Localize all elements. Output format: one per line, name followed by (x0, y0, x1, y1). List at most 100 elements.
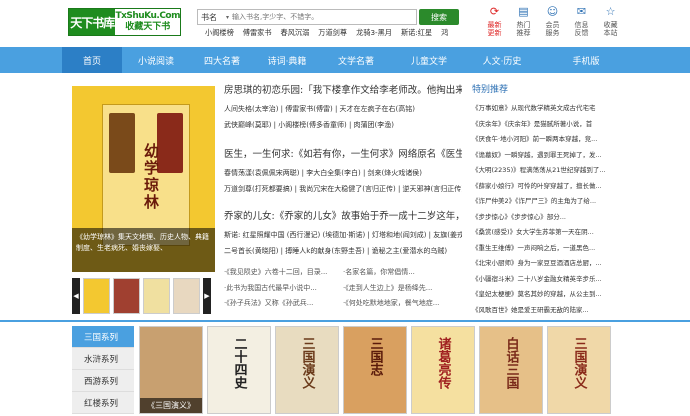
tab-sanguo[interactable]: 三国系列 (72, 326, 134, 348)
banner-book-title: 幼学琼林 (142, 143, 160, 211)
nav-mobile[interactable]: 手机版 (538, 47, 634, 73)
hot-links: 小阁楼榜 傅雷家书 春风沉溺 万道剑尊 龙骑3-黑月 斯诺:红星 鸿 (205, 28, 463, 38)
hot-link[interactable]: 小阁楼榜 (205, 28, 234, 38)
logo-slogan: 收藏天下书 (125, 22, 171, 32)
star-icon: ☆ (605, 4, 616, 18)
nav-novels[interactable]: 小说阅读 (122, 47, 190, 73)
list-item[interactable]: 《薛家小娘行》可怜的叶穿穿越了，擅长做... (472, 179, 612, 195)
search-button[interactable]: 搜索 (419, 9, 459, 25)
list-item[interactable]: 《小疆宿斗米》二十八岁金融女精英辛步乐... (472, 272, 612, 288)
list-item[interactable]: 《步步惊心》《步步惊心》部分... (472, 210, 612, 226)
logo-domain: TxShuKu.Com (115, 11, 180, 21)
list-item: ·此书为我国古代最早小说中... ·《走到人生边上》是杨绛先... (224, 283, 433, 292)
feature-item: 医生，一生何求:《如若有你，一生何求》网络原名《医生， 春情荡漾(袁佩佩宋两聪)… (224, 146, 462, 194)
chart-icon: ▤ (518, 4, 529, 18)
thumbnail[interactable] (83, 278, 110, 314)
featured-banner[interactable]: 幼学琼林 《幼学琼林》集天文地理、历史人物、典籍制度、生老病死、婚丧嫁娶、 (72, 86, 215, 272)
feature-headline[interactable]: 房思琪的初恋乐园:「我下楼拿作文给李老师改。他掏出来， (224, 82, 462, 96)
thumbnail[interactable] (173, 278, 200, 314)
book-covers: 《三国演义》 二十四史 三国演义 三国志 诸葛亮传 白话三国 三国演义 (139, 326, 611, 414)
list-item[interactable]: 《桑赏(感受)》女大学生苏菲第一天在阴... (472, 225, 612, 241)
banner-book-cover: 幼学琼林 (102, 104, 190, 246)
book-cover-title: 诸葛亮传 (435, 337, 451, 389)
book-cover-title: 白话三国 (503, 337, 519, 389)
hot-recommend-button[interactable]: ▤ 热门 推荐 (509, 5, 538, 37)
tab-xiyou[interactable]: 西游系列 (72, 370, 134, 392)
thumbnail[interactable] (143, 278, 170, 314)
section-title: 特别推荐 (472, 85, 509, 95)
book-cover-title: 三国志 (367, 337, 383, 376)
feedback-button[interactable]: ✉ 信息 反馈 (567, 5, 596, 37)
feature-links[interactable]: 武侠巅峰(莫耶) | 小阁楼榜(傅多香童师) | 肉蒲团(李渔) (224, 120, 462, 130)
hot-link[interactable]: 斯诺:红星 (401, 28, 432, 38)
nav-poetry[interactable]: 诗词·典籍 (254, 47, 320, 73)
feature-links[interactable]: 万道剑尊(打死都要搞) | 我尚冗宋在大稳健了(言归正传) | 逆天邪神(言归正… (224, 184, 462, 194)
list-item: ·《我见陨史》六卷十二回，目录... ·名家名篇，你常倡情... (224, 268, 415, 276)
toolbar: ⟳ 最新 更新 ▤ 热门 推荐 ☺ 会员 服务 ✉ 信息 反馈 ☆ 收藏 本站 (480, 5, 625, 37)
article-list: ·《我见陨史》六卷十二回，目录... ·名家名篇，你常倡情... ·此书为我国古代… (224, 265, 462, 312)
thumbnail[interactable] (113, 278, 140, 314)
list-item[interactable]: 《诈尸仲美2》《诈尸尸三》的主角为了给... (472, 194, 612, 210)
refresh-icon: ⟳ (489, 4, 500, 18)
feature-item: 乔家的儿女:《乔家的儿女》故事始于乔一成十二岁这年， 斯诺: 红星照耀中国 (西… (224, 208, 462, 256)
site-logo[interactable]: 天下书库 TxShuKu.Com 收藏天下书 (68, 8, 181, 36)
list-item: ·《孙子兵法》又称《孙武兵... ·《何处吃默地地家，餐气地症... (224, 299, 440, 307)
prev-arrow-icon[interactable]: ◀ (72, 278, 80, 314)
feature-links[interactable]: 二号首长(黄晓阳) | 搏睡人k的献身(东野圭吾) | 诡秘之主(爱潜水的乌贼) (224, 246, 462, 256)
logo-text: 天下书库 (69, 9, 116, 35)
search-input[interactable] (229, 13, 416, 21)
search-box: 书名 ▾ (197, 9, 417, 25)
message-icon: ✉ (576, 4, 587, 18)
feature-headline[interactable]: 医生，一生何求:《如若有你，一生何求》网络原名《医生， (224, 146, 462, 160)
header: 天下书库 TxShuKu.Com 收藏天下书 书名 ▾ 搜索 小阁楼榜 傅雷家书… (0, 0, 690, 46)
main-nav: 首页 小说阅读 四大名著 诗词·典籍 文学名著 儿童文学 人文·历史 手机版 (0, 47, 690, 73)
series-tabs: 三国系列 水浒系列 西游系列 红楼系列 (72, 326, 134, 414)
nav-classics[interactable]: 四大名著 (190, 47, 254, 73)
feature-links[interactable]: 春情荡漾(袁佩佩宋两聪) | 李大白全集(李白) | 剑来(烽火戏诸侯) (224, 168, 462, 178)
banner-caption: 《幼学琼林》集天文地理、历史人物、典籍制度、生老病死、婚丧嫁娶、 (72, 228, 215, 272)
latest-update-button[interactable]: ⟳ 最新 更新 (480, 5, 509, 37)
special-recommend: 特别推荐 《万事如意》从现代数学精英文成古代宅宅 《庆余年》《庆余年》是猫腻所著… (472, 82, 612, 318)
list-item[interactable]: 《厌食午·地小河阳》前一瞬两本穿越，竞... (472, 132, 612, 148)
list-item[interactable]: 《万事如意》从现代数学精英文成古代宅宅 (472, 101, 612, 117)
book-cover[interactable]: 二十四史 (207, 326, 271, 414)
user-icon: ☺ (546, 4, 559, 18)
banner-thumbnails: ◀ ▶ (72, 275, 215, 317)
hot-link[interactable]: 鸿 (441, 28, 448, 38)
series-section: 三国系列 水浒系列 西游系列 红楼系列 《三国演义》 二十四史 三国演义 三国志 诸葛亮… (0, 320, 690, 416)
list-item[interactable]: 《风歌百世》她是爱王研霸无敌的陆家... (472, 303, 612, 319)
search-category-select[interactable]: 书名 (198, 12, 226, 23)
next-arrow-icon[interactable]: ▶ (203, 278, 211, 314)
list-item[interactable]: 《北宋小厨师》身为一家豆豆酒酒店总厨，... (472, 256, 612, 272)
book-cover-caption: 《三国演义》 (140, 398, 202, 413)
hot-link[interactable]: 龙骑3-黑月 (356, 28, 392, 38)
list-item[interactable]: 《庆余年》《庆余年》是猫腻所著小说，首 (472, 117, 612, 133)
book-cover[interactable]: 三国演义 (547, 326, 611, 414)
feature-links[interactable]: 斯诺: 红星照耀中国 (西行漫记) (埃德加·斯诺) | 灯塔和地(阎刘成) |… (224, 230, 462, 240)
book-cover-title: 三国演义 (299, 337, 315, 389)
book-cover[interactable]: 白话三国 (479, 326, 543, 414)
book-cover[interactable]: 三国演义 (275, 326, 339, 414)
hot-link[interactable]: 万道剑尊 (318, 28, 347, 38)
nav-children[interactable]: 儿童文学 (392, 47, 466, 73)
feature-links[interactable]: 人间失格(太宰治) | 傅雷家书(傅雷) | 天才在左疯子在右(高铭) (224, 104, 462, 114)
book-cover[interactable]: 《三国演义》 (139, 326, 203, 414)
list-item[interactable]: 《重生王维傅》一声闷响之后，一道黑色... (472, 241, 612, 257)
book-cover[interactable]: 三国志 (343, 326, 407, 414)
tab-honglou[interactable]: 红楼系列 (72, 392, 134, 414)
nav-history[interactable]: 人文·历史 (466, 47, 538, 73)
tab-shuihu[interactable]: 水浒系列 (72, 348, 134, 370)
book-cover[interactable]: 诸葛亮传 (411, 326, 475, 414)
feature-item: 房思琪的初恋乐园:「我下楼拿作文给李老师改。他掏出来， 人间失格(太宰治) | … (224, 82, 462, 130)
list-item[interactable]: 《大明(2235)》程满荡荡从21世纪穿越到了... (472, 163, 612, 179)
book-cover-title: 二十四史 (231, 337, 247, 389)
member-service-button[interactable]: ☺ 会员 服务 (538, 5, 567, 37)
nav-home[interactable]: 首页 (62, 47, 122, 73)
hot-link[interactable]: 傅雷家书 (243, 28, 272, 38)
list-item[interactable]: 《皇妃太梗梗》莫名其妙的穿越，从公主到... (472, 287, 612, 303)
feature-headline[interactable]: 乔家的儿女:《乔家的儿女》故事始于乔一成十二岁这年， (224, 208, 462, 222)
list-item[interactable]: 《诡墓奴》一瞬穿越，遇到罪王死掉了，发... (472, 148, 612, 164)
nav-literature[interactable]: 文学名著 (320, 47, 392, 73)
bookmark-site-button[interactable]: ☆ 收藏 本站 (596, 5, 625, 37)
hot-link[interactable]: 春风沉溺 (281, 28, 310, 38)
